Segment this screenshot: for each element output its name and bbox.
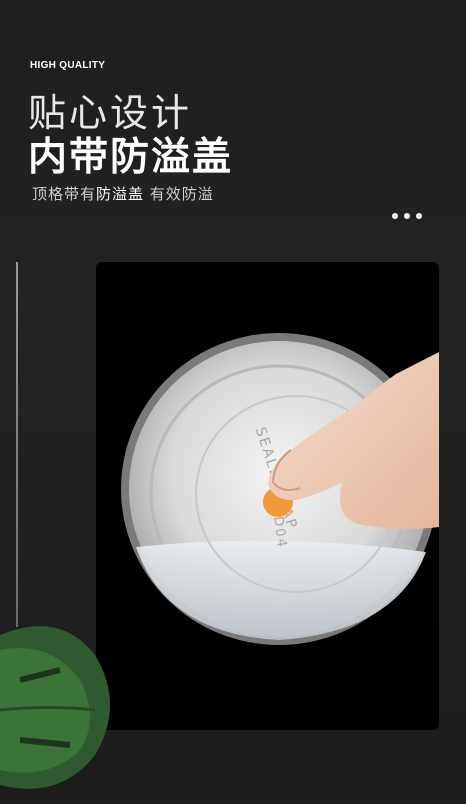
vertical-divider xyxy=(16,262,18,627)
subtitle-post: 有效防溢 xyxy=(144,185,214,203)
title-line-2: 内带防溢盖 xyxy=(28,135,234,180)
more-dots-icon[interactable] xyxy=(392,213,422,219)
dot xyxy=(416,213,422,219)
subtitle: 顶格带有防溢盖 有效防溢 xyxy=(32,183,214,204)
high-quality-badge: HIGH QUALITY xyxy=(30,60,106,71)
leaf-icon xyxy=(0,610,120,804)
lid-illustration: SEALED CAP D04 xyxy=(121,333,439,645)
subtitle-pre: 顶格带有 xyxy=(32,185,97,203)
dot xyxy=(392,213,398,219)
subtitle-highlight: 防溢盖 xyxy=(96,185,145,203)
dot xyxy=(404,213,410,219)
product-photo: SEALED CAP D04 xyxy=(96,262,439,730)
